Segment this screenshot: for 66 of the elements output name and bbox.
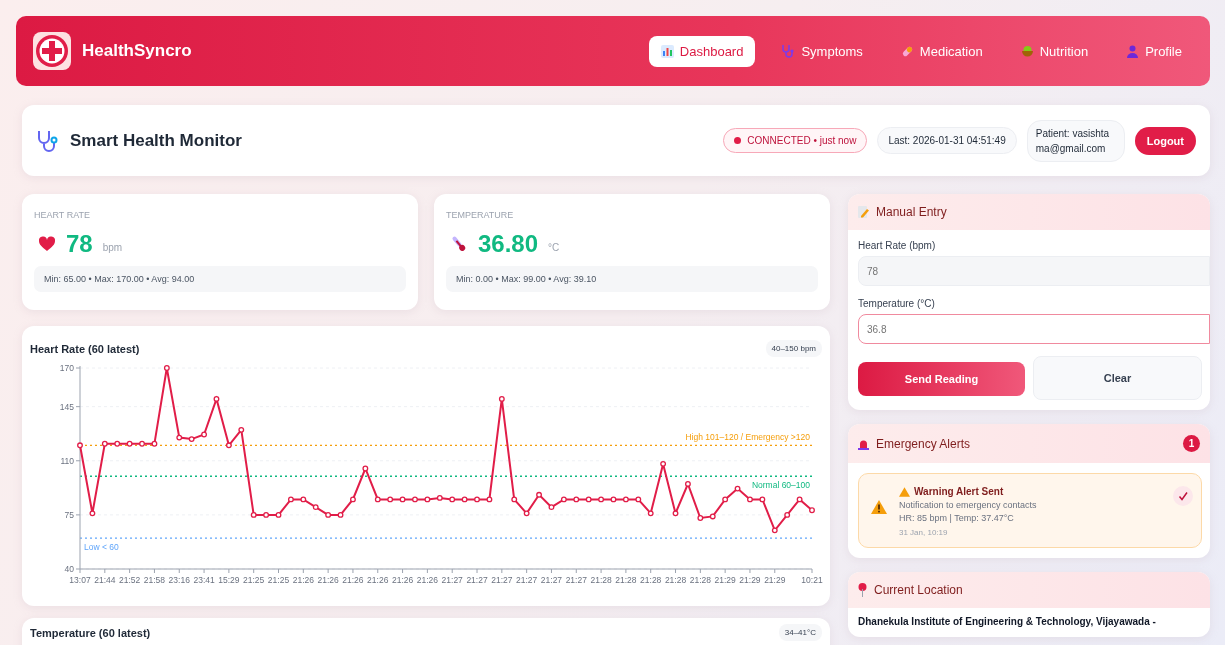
- last-update: Last: 2026-01-31 04:51:49: [877, 127, 1017, 154]
- x-tick-label: 21:28: [615, 575, 637, 585]
- threshold-label: High 101–120 / Emergency >120: [685, 432, 810, 443]
- x-tick-label: 21:25: [243, 575, 265, 585]
- x-tick-label: 21:27: [491, 575, 513, 585]
- stat-value: 78: [66, 230, 93, 258]
- x-tick-label: 21:28: [664, 575, 687, 585]
- x-tick-label: 21:27: [466, 575, 488, 585]
- x-tick-label: 21:29: [739, 575, 761, 585]
- y-tick-label: 145: [59, 401, 74, 412]
- alert-message: Notification to emergency contacts: [899, 500, 1038, 510]
- range-badge: 34–41°C: [778, 624, 822, 641]
- x-tick-label: 21:26: [342, 575, 364, 585]
- x-tick-label: 21:29: [714, 575, 736, 585]
- alert-count-badge: 1: [1183, 435, 1200, 452]
- stat-label: HEART RATE: [34, 210, 91, 220]
- x-tick-label: 21:26: [317, 575, 339, 585]
- connection-status: CONNECTED • just now: [723, 128, 868, 153]
- panel-title: Emergency Alerts: [876, 436, 971, 451]
- address-text: Dhanekula Institute of Engineering & Technology, Vijayawada -: [858, 616, 1157, 627]
- stat-unit: bpm: [102, 241, 123, 253]
- stat-label: TEMPERATURE: [446, 210, 515, 220]
- x-tick-label: 21:52: [119, 575, 141, 585]
- x-tick-label: 21:26: [292, 575, 314, 585]
- x-tick-label: 23:41: [193, 575, 215, 585]
- x-tick-label: 15:29: [218, 575, 240, 585]
- y-tick-label: 170: [59, 363, 74, 373]
- x-tick-label: 21:27: [540, 575, 563, 585]
- page-title: Smart Health Monitor: [70, 130, 242, 151]
- alert-reading: HR: 85 bpm | Temp: 37.47°C: [899, 513, 1015, 523]
- x-tick-label: 10:21: [801, 575, 823, 585]
- x-tick-label: 21:25: [267, 575, 290, 585]
- app-name: HealthSyncro: [82, 41, 192, 61]
- stat-summary: Min: 0.00 • Max: 99.00 • Avg: 39.10: [446, 266, 818, 292]
- x-tick-label: 21:28: [689, 575, 711, 585]
- chart-title: Temperature (60 latest): [30, 626, 151, 639]
- x-tick-label: 21:28: [640, 575, 662, 585]
- x-tick-label: 21:28: [590, 575, 612, 585]
- field-label: Temperature (°C): [858, 298, 936, 309]
- x-tick-label: 21:26: [367, 575, 389, 585]
- range-badge: 40–150 bpm: [765, 340, 822, 357]
- threshold-label: Normal 60–100: [751, 480, 810, 491]
- threshold-label: Low < 60: [84, 542, 119, 553]
- panel-title: Manual Entry: [876, 205, 947, 219]
- stat-summary: Min: 65.00 • Max: 170.00 • Avg: 94.00: [34, 266, 406, 292]
- x-tick-label: 21:27: [441, 575, 463, 585]
- x-tick-label: 21:27: [565, 575, 587, 585]
- chart-title: Heart Rate (60 latest): [30, 342, 140, 355]
- field-label: Heart Rate (bpm): [858, 240, 937, 251]
- x-tick-label: 21:44: [94, 575, 116, 585]
- y-tick-label: 75: [64, 509, 74, 520]
- x-tick-label: 21:27: [516, 575, 538, 585]
- stat-value: 36.80: [478, 230, 539, 258]
- alert-title: Warning Alert Sent: [914, 486, 1004, 497]
- x-tick-label: 21:26: [416, 575, 439, 585]
- stat-unit: °C: [548, 241, 560, 253]
- panel-title: Current Location: [874, 583, 963, 597]
- alert-time: 31 Jan, 10:19: [899, 528, 949, 537]
- x-tick-label: 21:29: [764, 575, 786, 585]
- patient-info: Patient: vasishtama@gmail.com: [1026, 119, 1125, 162]
- y-tick-label: 40: [64, 564, 74, 574]
- x-tick-label: 23:16: [168, 575, 190, 585]
- x-tick-label: 21:58: [143, 575, 166, 585]
- x-tick-label: 13:07: [69, 575, 91, 585]
- y-tick-label: 110: [60, 455, 74, 466]
- x-tick-label: 21:26: [391, 575, 414, 585]
